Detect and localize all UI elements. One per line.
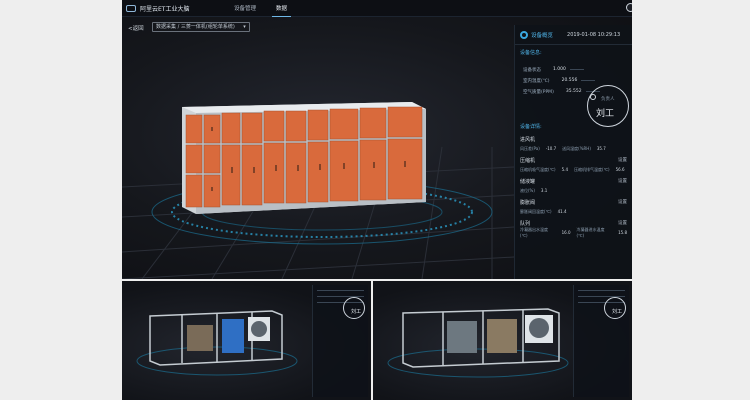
detail-value: 56.6: [615, 167, 625, 172]
air-handling-unit-model[interactable]: [182, 102, 426, 214]
info-value: 20.556: [561, 78, 578, 83]
detail-title: 储液罐: [520, 178, 536, 185]
overview-icon: [520, 30, 528, 39]
settings-link[interactable]: 设置: [618, 220, 627, 226]
detail-group: 储液罐 设置 液位(%) 3.1: [515, 176, 632, 195]
main-3d-view: <返回 数据采集 / 三菱一体机(组轮单系统) ▾ 设备概览 2019-01-0…: [122, 17, 632, 279]
detail-value: 35.7: [596, 146, 606, 151]
info-row: 设备状态 1.000: [515, 64, 632, 75]
panel-header: 设备概览 2019-01-08 10:29:13: [515, 25, 632, 45]
person-icon: [590, 94, 596, 100]
brand-name: 阿里云ET工业大脑: [140, 5, 190, 13]
settings-link[interactable]: 设置: [618, 199, 627, 205]
detail-label: 风压差(Pa): [520, 145, 540, 151]
detail-value: 16.0: [561, 230, 571, 235]
panel-title: 设备概览: [531, 32, 554, 39]
detail-value: 41.4: [557, 209, 567, 214]
device-overview-panel: 设备概览 2019-01-08 10:29:13 设备信息: 设备状态 1.00…: [514, 25, 632, 279]
detail-value: 5.4: [561, 167, 568, 172]
detail-label: 压缩机吸气温度(℃): [520, 166, 556, 172]
detail-label: 送风湿度(%RH): [562, 145, 591, 151]
detail-value: -10.7: [545, 146, 557, 151]
device-selector[interactable]: 数据采集 / 三菱一体机(组轮单系统) ▾: [152, 22, 250, 32]
detail-line: 冷凝器出水温度(℃) 16.0 冷凝器进水温度(℃) 15.8: [520, 227, 627, 238]
cube-logo-icon: [126, 4, 136, 12]
timestamp: 2019-01-08 10:29:13: [567, 31, 621, 38]
info-row: 室内温度(℃) 20.556: [515, 75, 632, 86]
top-navigation-bar: 阿里云ET工业大脑 设备管理 数据: [122, 0, 632, 17]
tab-data[interactable]: 数据: [272, 0, 292, 17]
detail-label: 压缩机排气温度(℃): [574, 166, 610, 172]
detail-group: 队列 设置 冷凝器出水温度(℃) 16.0 冷凝器进水温度(℃) 15.8: [515, 218, 632, 239]
detail-label: 膨胀阀回温度(℃): [520, 208, 552, 214]
settings-link[interactable]: 设置: [618, 157, 627, 163]
owner-name: 刘工: [611, 309, 622, 315]
chevron-down-icon: ▾: [243, 24, 246, 30]
tab-device-management[interactable]: 设备管理: [230, 0, 260, 16]
divider: [581, 80, 596, 81]
owner-name: 刘工: [350, 309, 361, 315]
divider: [317, 290, 364, 291]
app-window: 阿里云ET工业大脑 设备管理 数据 <返回 数据采集 / 三菱一体机(组轮单系统…: [122, 0, 632, 400]
detail-line: 液位(%) 3.1: [520, 186, 627, 195]
detail-value: 15.8: [618, 230, 627, 235]
info-label: 设备状态: [523, 67, 541, 73]
back-button[interactable]: <返回: [128, 24, 144, 32]
owner-badge: 负责人 刘工: [587, 85, 629, 127]
breadcrumb-text: 数据采集 / 三菱一体机(组轮单系统): [156, 24, 235, 30]
detail-line: 风压差(Pa) -10.7 送风湿度(%RH) 35.7: [520, 144, 627, 153]
internal-view-right: 刘工: [373, 281, 632, 400]
divider: [578, 290, 625, 291]
brand[interactable]: 阿里云ET工业大脑: [126, 4, 218, 13]
user-avatar-icon[interactable]: [626, 3, 632, 12]
info-value: 35.552: [565, 89, 582, 94]
detail-label: 冷凝器进水温度(℃): [576, 227, 605, 238]
mini-info-panel: 刘工: [312, 285, 368, 397]
detail-label: 冷凝器出水温度(℃): [520, 227, 548, 238]
detail-title: 膨胀阀: [520, 199, 536, 206]
detail-title: 进风机: [520, 136, 536, 143]
info-value: 1.000: [553, 67, 566, 72]
divider: [569, 69, 584, 70]
mini-info-panel: 刘工: [573, 285, 629, 397]
detail-group: 进风机 风压差(Pa) -10.7 送风湿度(%RH) 35.7: [515, 134, 632, 153]
settings-link[interactable]: 设置: [618, 178, 627, 184]
owner-label: 负责人: [601, 97, 615, 102]
detail-title: 压缩机: [520, 157, 536, 164]
detail-label: 液位(%): [520, 187, 535, 193]
owner-name: 刘工: [596, 109, 615, 119]
info-label: 室内温度(℃): [523, 78, 550, 84]
internal-view-left: 刘工: [122, 281, 371, 400]
detail-group: 膨胀阀 设置 膨胀阀回温度(℃) 41.4: [515, 197, 632, 216]
section-device-info: 设备信息:: [520, 50, 542, 56]
detail-line: 膨胀阀回温度(℃) 41.4: [520, 207, 627, 216]
detail-line: 压缩机吸气温度(℃) 5.4 压缩机排气温度(℃) 56.6: [520, 165, 627, 174]
detail-value: 3.1: [540, 188, 548, 193]
info-label: 空气质量(PPM): [523, 89, 554, 95]
detail-group: 压缩机 设置 压缩机吸气温度(℃) 5.4 压缩机排气温度(℃) 56.6: [515, 155, 632, 174]
detail-title: 队列: [520, 220, 531, 227]
